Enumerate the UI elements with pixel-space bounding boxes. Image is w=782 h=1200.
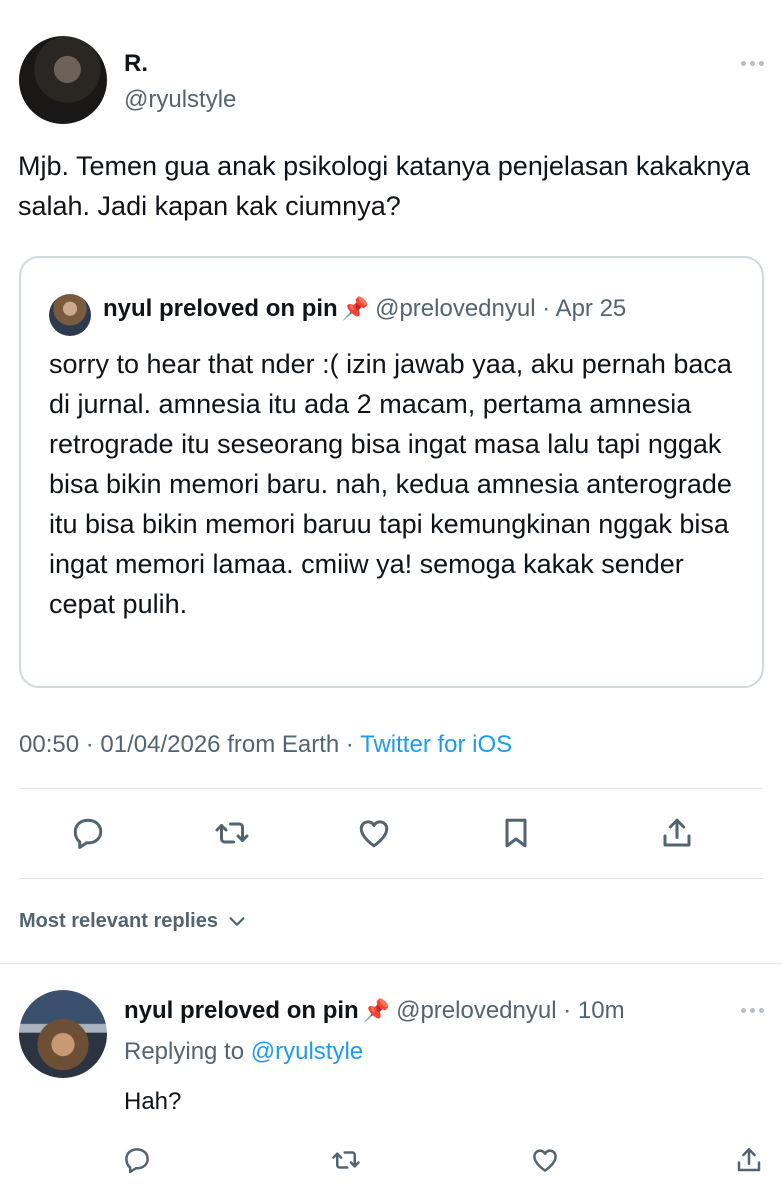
- quoted-tweet-card[interactable]: nyul preloved on pin 📌 @prelovednyul · Apr…: [19, 256, 764, 688]
- author-handle[interactable]: @ryulstyle: [124, 86, 236, 114]
- quoted-author-name: nyul preloved on pin: [103, 295, 338, 322]
- quoted-tweet-text: sorry to hear that nder :( izin jawab ya…: [49, 349, 732, 619]
- divider: [0, 963, 782, 964]
- separator: ·: [542, 295, 551, 322]
- author-avatar[interactable]: [19, 36, 107, 124]
- reply-author-avatar[interactable]: [19, 990, 107, 1078]
- reply-reply-button[interactable]: [117, 1140, 157, 1180]
- chevron-down-icon: [229, 916, 245, 926]
- replies-sort-dropdown[interactable]: Most relevant replies: [19, 910, 248, 933]
- quoted-author-handle: @prelovednyul: [375, 295, 536, 322]
- replying-to-handle[interactable]: @ryulstyle: [251, 1038, 363, 1065]
- bookmark-icon: [505, 818, 527, 848]
- retweet-icon: [215, 822, 249, 844]
- like-icon: [359, 820, 389, 848]
- tweet-text: Mjb. Temen gua anak psikologi katanya pe…: [18, 151, 750, 221]
- more-options-icon[interactable]: [741, 61, 764, 66]
- divider: [19, 788, 763, 789]
- tweet-date[interactable]: 01/04/2026: [100, 731, 220, 758]
- quoted-author-avatar: [49, 294, 91, 336]
- like-button[interactable]: [354, 813, 394, 853]
- tweet-meta: 00:50 · 01/04/2026 from Earth · Twitter …: [19, 731, 512, 759]
- retweet-icon: [332, 1151, 360, 1169]
- tweet-source-link[interactable]: Twitter for iOS: [360, 731, 512, 758]
- tweet-time: 00:50: [19, 731, 80, 758]
- author-name[interactable]: R.: [124, 50, 148, 78]
- share-button[interactable]: [657, 813, 697, 853]
- reply-author-handle[interactable]: @prelovednyul: [396, 997, 556, 1024]
- separator: ·: [85, 731, 94, 758]
- quoted-tweet-date: Apr 25: [555, 295, 627, 322]
- reply-button[interactable]: [68, 813, 108, 853]
- replying-to: Replying to @ryulstyle: [124, 1038, 363, 1066]
- reply-icon: [125, 1148, 149, 1174]
- reply-header: nyul preloved on pin 📌 @prelovednyul · 10m: [124, 997, 625, 1025]
- replying-to-label: Replying to: [124, 1038, 245, 1065]
- separator: ·: [345, 731, 354, 758]
- separator: ·: [563, 997, 572, 1024]
- reply-author-name[interactable]: nyul preloved on pin: [124, 997, 359, 1024]
- replies-header-label: Most relevant replies: [19, 910, 218, 932]
- quoted-tweet-header: nyul preloved on pin 📌 @prelovednyul · Apr…: [103, 295, 626, 323]
- tweet-location: from Earth: [227, 731, 340, 758]
- pushpin-emoji: 📌: [362, 998, 391, 1023]
- reply-like-button[interactable]: [525, 1140, 565, 1180]
- share-icon: [663, 818, 691, 847]
- pushpin-emoji: 📌: [341, 296, 370, 321]
- reply-retweet-button[interactable]: [326, 1140, 366, 1180]
- retweet-button[interactable]: [212, 813, 252, 853]
- share-icon: [737, 1148, 761, 1172]
- bookmark-button[interactable]: [496, 813, 536, 853]
- reply-share-button[interactable]: [729, 1140, 769, 1180]
- reply-icon: [73, 818, 103, 849]
- reply-time: 10m: [577, 997, 625, 1024]
- divider: [19, 878, 763, 879]
- reply-text: Hah?: [124, 1088, 182, 1115]
- more-options-icon[interactable]: [741, 1008, 764, 1013]
- like-icon: [533, 1149, 557, 1172]
